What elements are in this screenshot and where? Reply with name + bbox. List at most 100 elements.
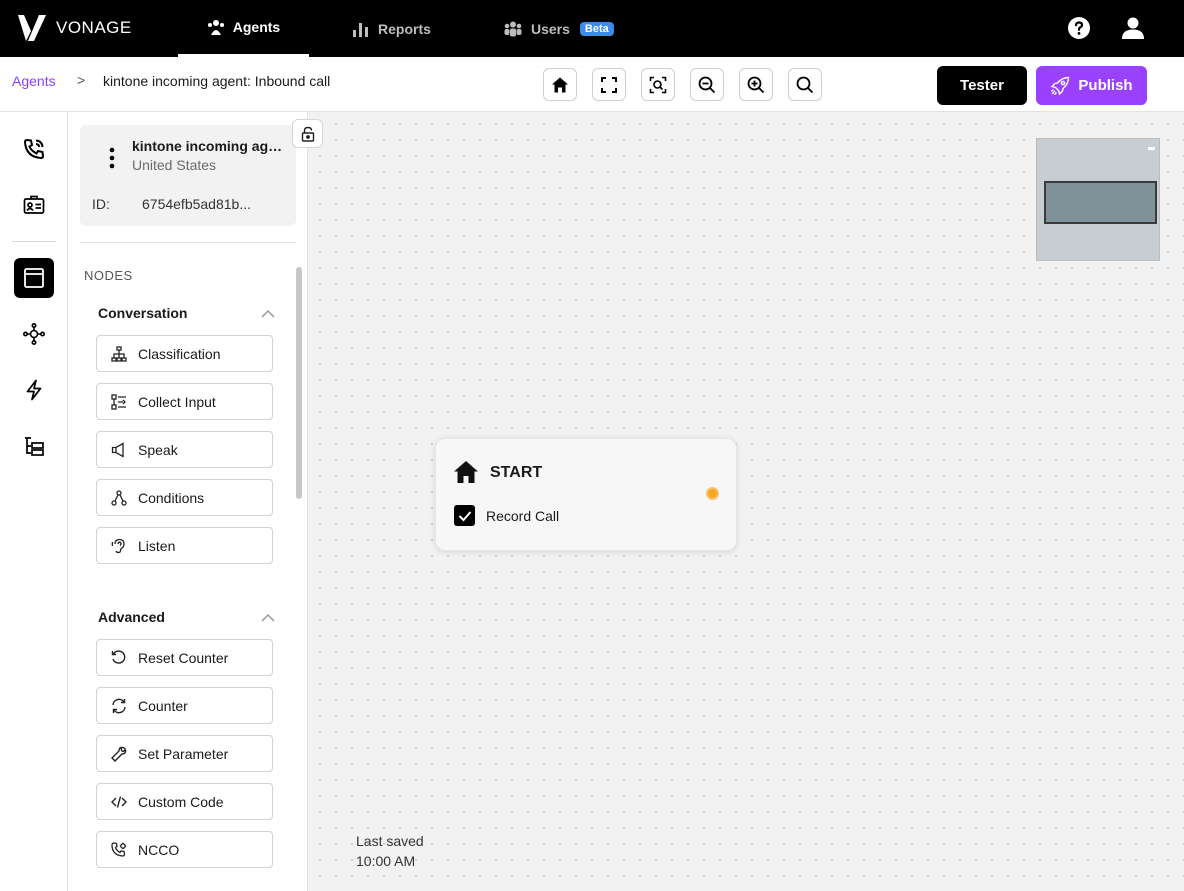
tab-reports[interactable]: Reports: [352, 0, 431, 57]
last-saved-time: 10:00 AM: [356, 853, 416, 869]
rail-divider: [12, 241, 56, 242]
rail-item-agent-details[interactable]: [14, 185, 54, 225]
collect-input-icon: [111, 393, 126, 410]
node-conditions-label: Conditions: [138, 489, 205, 506]
zoom-fit-icon: [649, 76, 667, 93]
panel-lock-button[interactable]: [292, 119, 323, 148]
user-menu-button[interactable]: [1121, 16, 1145, 40]
home-icon: [454, 461, 478, 483]
rail-item-structure[interactable]: [14, 426, 54, 466]
window-icon: [24, 268, 44, 288]
flow-canvas[interactable]: START Record Call Last saved 10:00 AM: [308, 112, 1184, 891]
search-icon: [796, 76, 814, 93]
node-reset-counter[interactable]: Reset Counter: [96, 639, 273, 676]
zoom-in-icon: [747, 76, 765, 93]
node-counter[interactable]: Counter: [96, 687, 273, 724]
checkmark-icon: [458, 510, 471, 521]
beta-badge: Beta: [579, 21, 614, 36]
record-call-checkbox[interactable]: [454, 505, 475, 526]
node-collect-input-label: Collect Input: [138, 393, 216, 410]
record-call-label: Record Call: [486, 508, 560, 524]
vonage-logo-icon: [18, 15, 46, 41]
node-reset-counter-label: Reset Counter: [138, 649, 229, 666]
ear-icon: [111, 538, 125, 553]
node-ncco-label: NCCO: [138, 841, 180, 858]
agent-id-label: ID:: [92, 196, 110, 212]
node-listen[interactable]: Listen: [96, 527, 273, 564]
id-card-icon: [23, 195, 45, 214]
minimap-minimize-button[interactable]: [1148, 147, 1155, 150]
fullscreen-button[interactable]: [592, 68, 626, 101]
nodes-panel: kintone incoming agent: Inbound call Uni…: [68, 112, 308, 891]
tree-list-icon: [25, 437, 44, 456]
group-title-conversation[interactable]: Conversation: [98, 305, 187, 321]
last-saved-label: Last saved: [356, 833, 424, 849]
last-saved-status: Last saved 10:00 AM: [356, 831, 424, 871]
rail-item-flow[interactable]: [14, 258, 54, 298]
breadcrumb-agents-link[interactable]: Agents: [12, 73, 56, 89]
kebab-menu-icon[interactable]: [108, 147, 116, 169]
search-button[interactable]: [788, 68, 822, 101]
canvas-home-button[interactable]: [543, 68, 577, 101]
start-node-title: START: [490, 464, 543, 481]
fullscreen-icon: [601, 76, 617, 93]
node-classification[interactable]: Classification: [96, 335, 273, 372]
zoom-out-button[interactable]: [690, 68, 724, 101]
users-icon: [504, 21, 522, 36]
start-node[interactable]: START Record Call: [435, 438, 737, 551]
rail-item-calls[interactable]: [14, 129, 54, 169]
agent-id-value: 6754efb5ad81b...: [142, 196, 251, 212]
rail-item-integrations[interactable]: [14, 314, 54, 354]
node-speak-label: Speak: [138, 441, 178, 458]
minimap[interactable]: [1036, 138, 1160, 261]
chevron-up-icon[interactable]: [261, 309, 275, 318]
node-speak[interactable]: Speak: [96, 431, 273, 468]
rail-item-events[interactable]: [14, 370, 54, 410]
conditions-icon: [111, 489, 127, 506]
minimap-viewport[interactable]: [1044, 181, 1157, 224]
vonage-logo[interactable]: VONAGE: [18, 15, 132, 41]
top-navigation-bar: VONAGE Agents Reports Users Beta: [0, 0, 1184, 57]
help-icon: [1068, 17, 1090, 39]
node-custom-code[interactable]: Custom Code: [96, 783, 273, 820]
code-icon: [111, 795, 127, 808]
home-icon: [552, 77, 568, 92]
speaker-icon: [111, 441, 124, 458]
refresh-icon: [112, 698, 126, 713]
node-ncco[interactable]: NCCO: [96, 831, 273, 868]
node-listen-label: Listen: [138, 537, 176, 554]
node-classification-label: Classification: [138, 345, 221, 362]
user-icon: [1122, 17, 1144, 39]
left-rail: [0, 112, 68, 891]
node-set-parameter-label: Set Parameter: [138, 745, 229, 762]
zoom-in-button[interactable]: [739, 68, 773, 101]
help-button[interactable]: [1067, 16, 1091, 40]
phone-call-icon: [23, 138, 45, 160]
panel-divider: [80, 242, 296, 243]
publish-label: Publish: [1078, 77, 1133, 94]
hierarchy-icon: [111, 345, 127, 362]
group-title-advanced[interactable]: Advanced: [98, 609, 165, 625]
tab-agents[interactable]: Agents: [178, 0, 309, 57]
chevron-up-icon[interactable]: [261, 613, 275, 622]
start-node-output-handle[interactable]: [706, 487, 719, 500]
brand-name: VONAGE: [56, 18, 132, 37]
tab-users[interactable]: Users Beta: [503, 0, 614, 57]
tester-button[interactable]: Tester: [937, 66, 1027, 105]
node-conditions[interactable]: Conditions: [96, 479, 273, 516]
publish-button[interactable]: Publish: [1036, 66, 1147, 105]
node-set-parameter[interactable]: Set Parameter: [96, 735, 273, 772]
breadcrumb-current: kintone incoming agent: Inbound call: [103, 73, 331, 89]
zoom-fit-button[interactable]: [641, 68, 675, 101]
zoom-out-icon: [698, 76, 716, 93]
node-counter-label: Counter: [138, 697, 188, 714]
node-collect-input[interactable]: Collect Input: [96, 383, 273, 420]
rocket-icon: [1051, 76, 1070, 95]
breadcrumb-separator: >: [77, 72, 86, 88]
nodes-section-title: NODES: [84, 268, 133, 283]
unlock-icon: [301, 126, 314, 142]
tab-agents-label: Agents: [232, 19, 281, 35]
agent-name: kintone incoming agent: Inbound call: [132, 138, 287, 154]
lightning-icon: [26, 379, 42, 401]
panel-scrollbar[interactable]: [296, 267, 302, 499]
